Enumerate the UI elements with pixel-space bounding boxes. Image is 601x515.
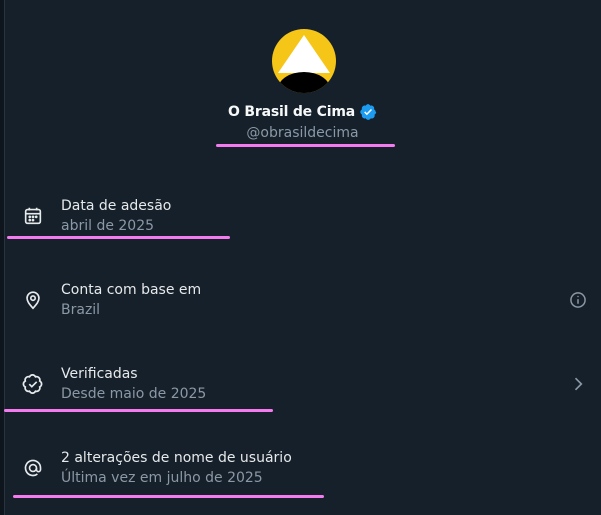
highlight-underline — [7, 236, 230, 239]
avatar-logo-icon — [272, 29, 336, 93]
info-row-verified[interactable]: Verificadas Desde maio de 2025 — [5, 354, 601, 414]
info-row-texts: Conta com base em Brazil — [61, 280, 201, 320]
highlight-underline — [13, 495, 324, 498]
display-name-row: O Brasil de Cima — [0, 101, 601, 123]
verified-badge-outline-icon — [22, 373, 44, 395]
profile-header: O Brasil de Cima @obrasildecima — [0, 0, 601, 170]
username-handle: @obrasildecima — [246, 125, 359, 141]
info-row-title: 2 alterações de nome de usuário — [61, 450, 292, 466]
calendar-icon — [22, 205, 44, 227]
highlight-underline — [4, 409, 273, 412]
info-row-texts: Data de adesão abril de 2025 — [61, 196, 171, 236]
info-row-account-location: Conta com base em Brazil — [5, 270, 601, 330]
avatar[interactable] — [272, 29, 336, 93]
info-row-subtitle: abril de 2025 — [61, 218, 155, 234]
info-row-title: Verificadas — [61, 366, 138, 382]
display-name: O Brasil de Cima — [228, 104, 355, 120]
info-row-texts: Verificadas Desde maio de 2025 — [61, 364, 206, 404]
info-row-subtitle: Desde maio de 2025 — [61, 386, 207, 402]
location-pin-icon — [22, 289, 44, 311]
info-row-username-changes: 2 alterações de nome de usuário Última v… — [5, 438, 601, 498]
info-row-title: Data de adesão — [61, 198, 172, 214]
chevron-right-icon[interactable] — [568, 374, 588, 394]
highlight-underline — [216, 144, 395, 147]
at-sign-icon — [22, 457, 44, 479]
info-row-subtitle: Brazil — [61, 302, 101, 318]
verified-badge-icon — [359, 103, 377, 121]
info-icon[interactable] — [568, 290, 588, 310]
info-row-texts: 2 alterações de nome de usuário Última v… — [61, 448, 292, 488]
info-row-title: Conta com base em — [61, 282, 202, 298]
info-row-subtitle: Última vez em julho de 2025 — [61, 470, 263, 486]
